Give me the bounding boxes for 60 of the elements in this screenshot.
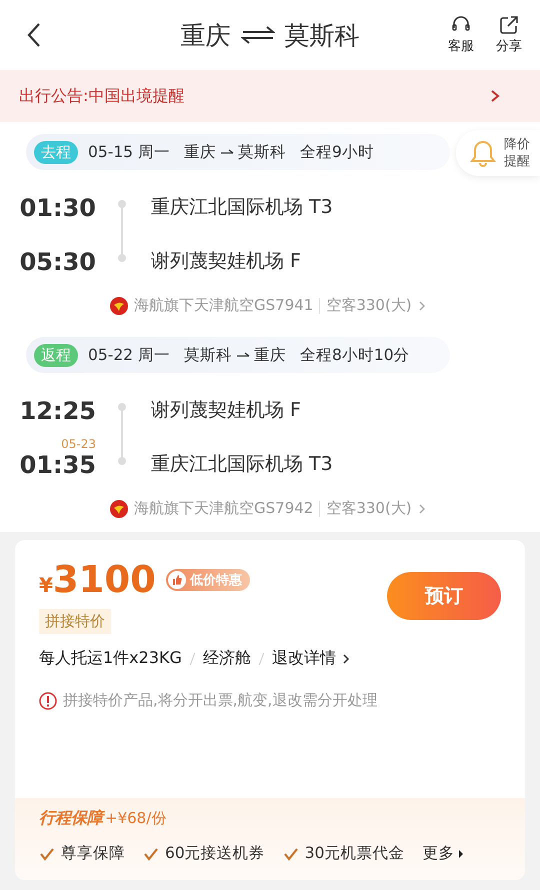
chevron-right-icon[interactable] (418, 300, 426, 312)
aircraft-type: 空客330(大) (326, 296, 412, 315)
route-origin: 莫斯科 (184, 344, 232, 366)
chevron-right-icon[interactable] (418, 502, 426, 514)
total-duration: 全程9小时 (300, 142, 374, 162)
flight-time: 01:30 (20, 194, 96, 222)
flight-time: 12:25 (20, 397, 96, 425)
airline-logo-icon (110, 500, 128, 518)
low-price-badge: 低价特惠 (166, 568, 250, 590)
check-icon (39, 846, 55, 860)
fare-detail: 每人托运1件x23KG (39, 648, 182, 669)
airline-flight-number: 海航旗下天津航空GS7941 (134, 296, 314, 315)
trip-tag: 去程 (34, 140, 78, 164)
origin-city: 重庆 (180, 20, 230, 52)
flight-date: 05-22 周一 (88, 344, 170, 366)
destination-city: 莫斯科 (284, 20, 360, 52)
timeline-drawing (117, 403, 127, 465)
airline-flight-number: 海航旗下天津航空GS7942 (134, 499, 314, 518)
route-arrow-icon (220, 148, 234, 156)
check-icon (282, 846, 299, 860)
round-trip-icon (240, 25, 274, 45)
chevron-right-icon (342, 652, 350, 664)
caret-icon (458, 848, 464, 858)
aircraft-type: 空客330(大) (326, 499, 412, 518)
fare-detail: 经济舱 (202, 648, 251, 669)
airport-name: 谢列蔑契娃机场 F (151, 398, 301, 423)
share-button[interactable]: 分享 (496, 15, 522, 55)
price: ¥3100 (39, 558, 156, 601)
airport-name: 重庆江北国际机场 T3 (151, 195, 333, 220)
airline-logo-icon (110, 296, 128, 314)
flight-time: 01:35 (20, 451, 96, 479)
airport-name: 重庆江北国际机场 T3 (151, 452, 333, 477)
trip-tag: 返程 (34, 344, 78, 366)
route-destination: 莫斯科 (238, 142, 286, 162)
customer-service-button[interactable]: 客服 (448, 15, 474, 55)
insurance-price: +¥68/份 (105, 809, 166, 828)
warning-text: 拼接特价产品,将分开出票,航变,退改需分开处理 (63, 691, 378, 710)
perk-label: 30元机票代金 (304, 843, 404, 864)
price-alert-button[interactable]: 降价 提醒 (456, 130, 540, 176)
next-day-date: 05-23 (61, 437, 96, 451)
travel-notice-banner[interactable]: 出行公告:中国出境提醒 (0, 70, 540, 122)
airport-name: 谢列蔑契娃机场 F (151, 249, 301, 274)
check-icon (143, 846, 159, 860)
warning-icon (39, 692, 57, 710)
flight-time: 05:30 (20, 248, 96, 276)
route-origin: 重庆 (184, 142, 216, 162)
more-button[interactable]: 更多 (422, 843, 464, 864)
perk-label: 60元接送机券 (165, 843, 265, 864)
route-arrow-icon (236, 351, 250, 359)
bell-icon (468, 138, 498, 168)
refund-change-link[interactable]: 退改详情 (272, 648, 350, 669)
route-destination: 重庆 (254, 344, 286, 366)
total-duration: 全程8小时10分 (300, 344, 410, 366)
insurance-title: 行程保障 (39, 808, 103, 829)
share-icon (498, 15, 520, 35)
combo-fare-tag: 拼接特价 (39, 609, 111, 634)
back-icon[interactable] (26, 22, 42, 48)
flight-date: 05-15 周一 (88, 142, 170, 162)
timeline-drawing (117, 200, 127, 262)
perk-label: 尊享保障 (61, 843, 125, 864)
